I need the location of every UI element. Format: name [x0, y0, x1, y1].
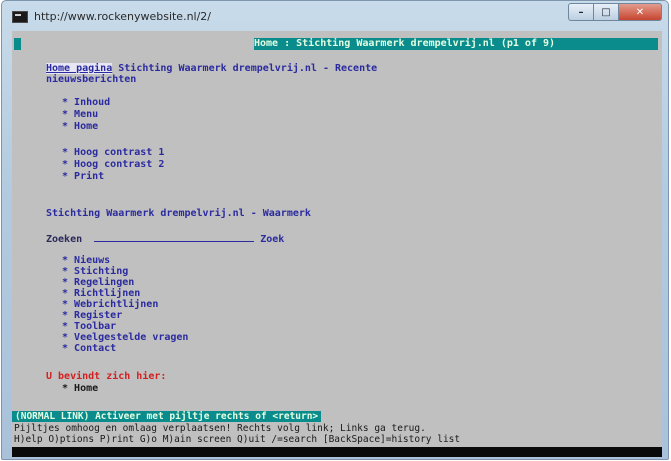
high-contrast-2-link[interactable]: Hoog contrast 2 — [74, 159, 164, 170]
help-line-2: H)elp O)ptions P)rint G)o M)ain screen Q… — [14, 434, 461, 445]
search-button[interactable]: Zoek — [260, 234, 284, 245]
list-item[interactable]: * Hoog contrast 2 — [62, 159, 164, 171]
close-button[interactable]: ✕ — [619, 3, 662, 21]
link-status-bar: (NORMAL LINK) Activeer met pijltje recht… — [12, 411, 662, 422]
menu-link-stichting[interactable]: Stichting — [74, 266, 128, 277]
window-title: http://www.rockenywebsite.nl/2/ — [34, 10, 212, 23]
maximize-button[interactable]: □ — [594, 3, 619, 21]
browser-window: http://www.rockenywebsite.nl/2/ – □ ✕ Ho… — [1, 0, 669, 460]
nav-link-menu[interactable]: Menu — [74, 109, 98, 120]
nav-link-home[interactable]: Home — [74, 121, 98, 132]
list-item[interactable]: * Print — [62, 171, 104, 183]
list-item[interactable]: * Home — [62, 121, 98, 133]
high-contrast-1-link[interactable]: Hoog contrast 1 — [74, 147, 164, 158]
title-bar[interactable]: http://www.rockenywebsite.nl/2/ – □ ✕ — [2, 1, 668, 31]
terminal-app-icon — [12, 11, 28, 23]
breadcrumb-home[interactable]: Home — [74, 383, 98, 394]
cursor-block — [14, 38, 21, 50]
print-link[interactable]: Print — [74, 171, 104, 182]
status-top-bar: Home : Stichting Waarmerk drempelvrij.nl… — [12, 38, 662, 50]
search-input[interactable] — [94, 232, 255, 242]
page-status-title: Home : Stichting Waarmerk drempelvrij.nl… — [254, 38, 658, 50]
menu-link-register[interactable]: Register — [74, 310, 122, 321]
minimize-button[interactable]: – — [568, 3, 594, 21]
location-label: U bevindt zich hier: — [46, 371, 167, 382]
list-item[interactable]: * Inhoud — [62, 97, 110, 109]
menu-link-faq[interactable]: Veelgestelde vragen — [74, 332, 188, 343]
home-page-link[interactable]: Home pagina — [46, 63, 113, 74]
search-row: Zoeken Zoek — [46, 232, 284, 246]
list-item[interactable]: * Menu — [62, 109, 98, 121]
heading-line-2: nieuwsberichten — [46, 74, 137, 85]
site-title: Stichting Waarmerk drempelvrij.nl - Waar… — [46, 208, 311, 219]
menu-link-regelingen[interactable]: Regelingen — [74, 277, 134, 288]
terminal-bottom-strip — [12, 447, 662, 457]
search-label: Zoeken — [46, 234, 83, 245]
menu-link-contact[interactable]: Contact — [74, 343, 116, 354]
window-controls: – □ ✕ — [568, 3, 662, 21]
link-status-text: (NORMAL LINK) Activeer met pijltje recht… — [12, 411, 322, 422]
menu-link-webrichtlijnen[interactable]: Webrichtlijnen — [74, 299, 158, 310]
heading-text: Stichting Waarmerk drempelvrij.nl - Rece… — [112, 63, 378, 74]
menu-link-nieuws[interactable]: Nieuws — [74, 255, 110, 266]
list-item[interactable]: * Hoog contrast 1 — [62, 147, 164, 159]
nav-link-inhoud[interactable]: Inhoud — [74, 97, 110, 108]
list-item[interactable]: * Contact — [62, 343, 116, 355]
list-item[interactable]: * Home — [62, 383, 98, 395]
menu-link-richtlijnen[interactable]: Richtlijnen — [74, 288, 140, 299]
terminal-screen[interactable]: Home : Stichting Waarmerk drempelvrij.nl… — [12, 31, 662, 457]
menu-link-toolbar[interactable]: Toolbar — [74, 321, 116, 332]
